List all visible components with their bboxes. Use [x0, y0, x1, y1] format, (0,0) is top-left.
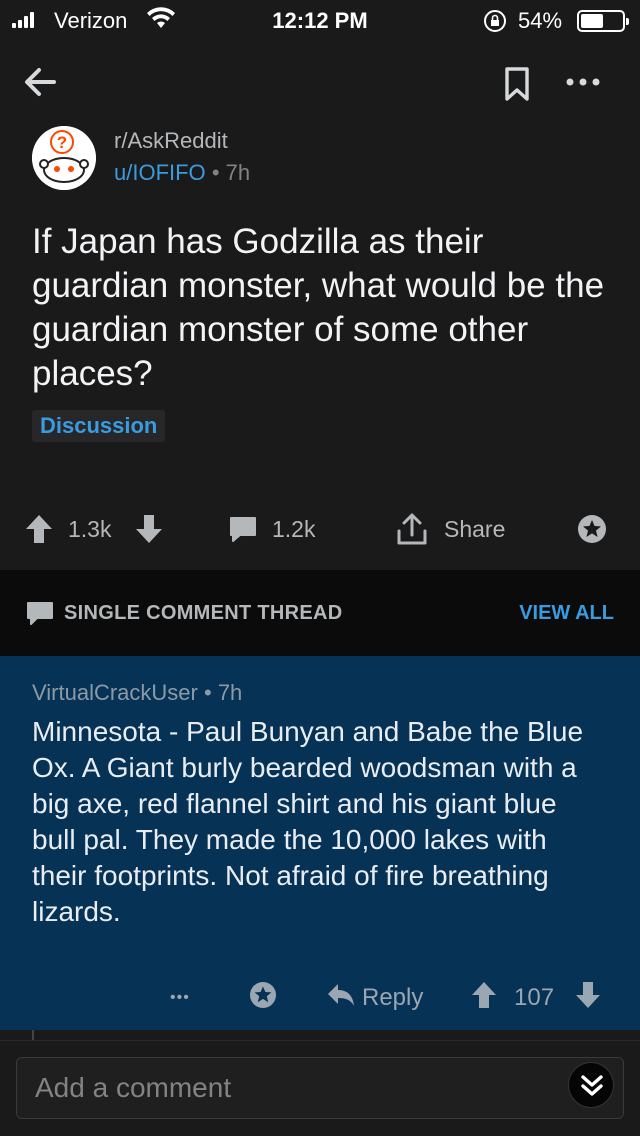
view-all-link[interactable]: VIEW ALL [519, 602, 614, 625]
svg-text:?: ? [57, 133, 67, 152]
collapse-icon [569, 1075, 615, 1113]
reply-button[interactable]: Reply [326, 978, 423, 1018]
comments-button[interactable]: 1.2k [228, 506, 315, 552]
downvote-icon [134, 512, 164, 546]
comment-downvote-button[interactable] [574, 978, 602, 1018]
comment-body: Minnesota - Paul Bunyan and Babe the Blu… [32, 716, 584, 927]
highlighted-comment: VirtualCrackUser • 7h Minnesota - Paul B… [0, 656, 640, 1030]
share-icon [396, 511, 428, 547]
single-thread-bar: SINGLE COMMENT THREAD VIEW ALL [0, 570, 640, 656]
comment-age: 7h [217, 680, 243, 705]
comment-icon [228, 514, 258, 544]
upvote-icon [24, 512, 54, 546]
share-label: Share [444, 515, 506, 542]
bookmark-icon[interactable] [504, 66, 530, 102]
more-icon[interactable] [563, 72, 603, 92]
award-icon [576, 513, 608, 545]
add-comment-field[interactable]: Add a comment [16, 1057, 624, 1119]
comment-byline: VirtualCrackUser • 7h [32, 680, 242, 706]
downvote-button[interactable] [134, 506, 164, 552]
award-button[interactable] [576, 506, 608, 552]
award-icon [248, 980, 278, 1017]
comment-count: 1.2k [272, 515, 316, 542]
post-flair[interactable]: Discussion [32, 410, 166, 442]
comment-actions: ••• Reply 107 [0, 978, 640, 1018]
status-bar: Verizon 12:12 PM 54% [0, 0, 640, 40]
bottom-bar: Add a comment [0, 1040, 640, 1136]
comment-more-icon[interactable]: ••• [170, 978, 190, 1018]
share-button[interactable]: Share [396, 506, 505, 552]
post-age: 7h [225, 160, 251, 185]
comment-score: 107 [514, 984, 555, 1011]
thread-label: SINGLE COMMENT THREAD [64, 602, 343, 624]
subreddit-avatar[interactable]: ? [32, 126, 96, 190]
battery-icon [577, 10, 629, 32]
subreddit-name[interactable]: r/AskReddit [114, 128, 228, 154]
reply-label: Reply [362, 984, 424, 1011]
back-arrow-icon[interactable] [20, 62, 60, 102]
battery-percent: 54% [518, 8, 563, 33]
post-author[interactable]: u/IOFIFO [114, 160, 206, 185]
chat-bubble-icon [26, 600, 54, 631]
upvote-icon [470, 980, 498, 1017]
comment-separator: • [203, 680, 212, 705]
byline-separator: • [211, 160, 220, 185]
rotation-lock-icon [482, 8, 508, 40]
thread-line [32, 1030, 34, 1040]
comment-award-button[interactable] [248, 978, 278, 1018]
post-title: If Japan has Godzilla as their guardian … [32, 222, 605, 393]
comment-author[interactable]: VirtualCrackUser [32, 680, 198, 705]
collapse-button[interactable] [568, 1062, 614, 1108]
downvote-icon [574, 980, 602, 1017]
reply-icon [326, 982, 356, 1015]
comment-upvote-button[interactable] [470, 978, 498, 1018]
post-score: 1.3k [68, 515, 112, 542]
post-actions: 1.3k 1.2k Share [0, 506, 640, 556]
post-byline: u/IOFIFO • 7h [114, 160, 250, 186]
upvote-button[interactable] [24, 506, 54, 552]
